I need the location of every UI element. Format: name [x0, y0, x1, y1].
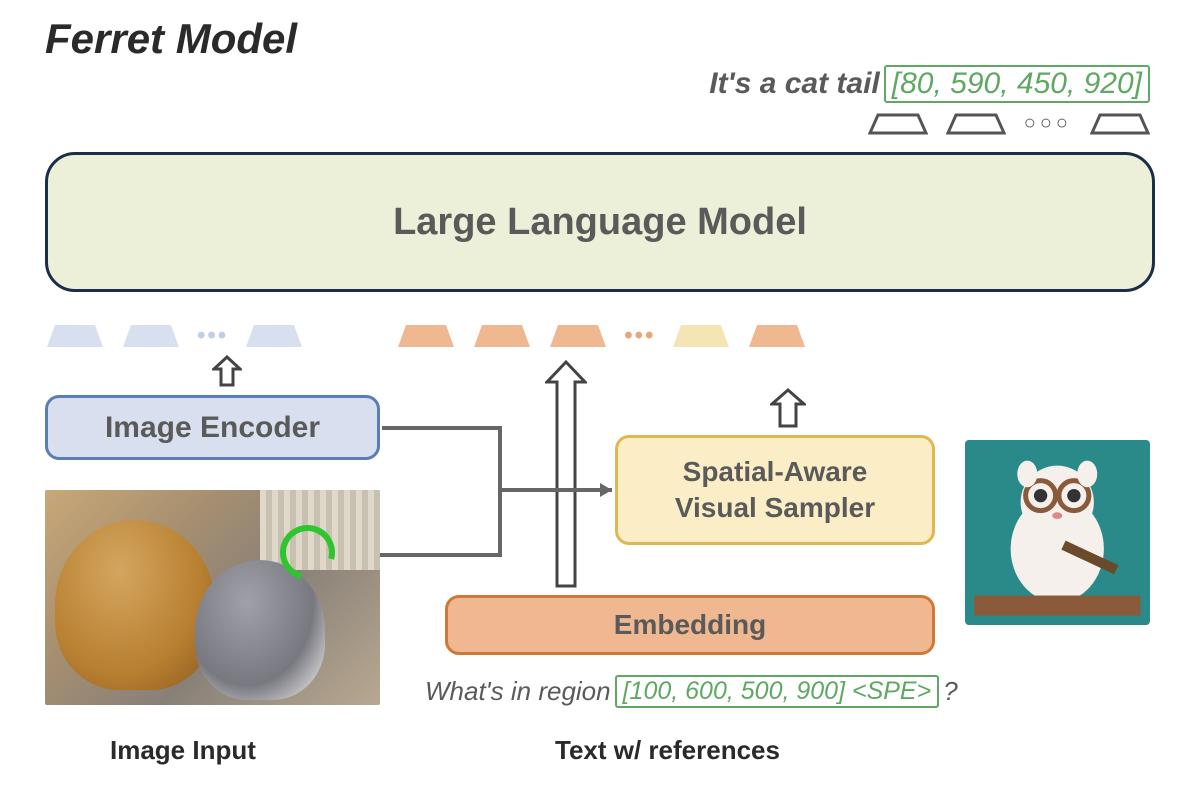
- output-token-icon: [946, 113, 1006, 135]
- diagram-title: Ferret Model: [45, 15, 297, 63]
- region-token-icon: [671, 323, 731, 349]
- up-arrow-icon: [545, 360, 587, 595]
- llm-box: Large Language Model: [45, 152, 1155, 292]
- image-token-icon: [45, 323, 105, 349]
- ferret-mascot-image: [965, 440, 1150, 625]
- cat-shape: [195, 560, 325, 700]
- output-token-row: ○○○: [868, 112, 1150, 135]
- embedding-label: Embedding: [614, 609, 766, 641]
- output-dots: ○○○: [1024, 112, 1072, 135]
- text-references-label: Text w/ references: [555, 735, 780, 766]
- up-arrow-icon: [770, 388, 806, 430]
- image-token-dots: •••: [197, 322, 228, 350]
- text-token-icon: [747, 323, 807, 349]
- input-coords-box: [100, 600, 500, 900] <SPE>: [615, 675, 940, 708]
- image-encoder-box: Image Encoder: [45, 395, 380, 460]
- text-token-icon: [472, 323, 532, 349]
- image-input-label: Image Input: [110, 735, 256, 766]
- image-encoder-label: Image Encoder: [105, 411, 320, 445]
- output-text-row: It's a cat tail [80, 590, 450, 920]: [709, 65, 1150, 103]
- input-image: [45, 490, 380, 705]
- text-token-dots: •••: [624, 322, 655, 350]
- dog-shape: [55, 520, 215, 690]
- output-token-icon: [868, 113, 928, 135]
- llm-label: Large Language Model: [393, 201, 807, 244]
- input-suffix: ?: [943, 676, 957, 707]
- text-token-icon: [548, 323, 608, 349]
- output-token-icon: [1090, 113, 1150, 135]
- text-token-icon: [396, 323, 456, 349]
- image-token-icon: [244, 323, 304, 349]
- input-text-row: What's in region [100, 600, 500, 900] <S…: [425, 675, 958, 708]
- spatial-sampler-box: Spatial-Aware Visual Sampler: [615, 435, 935, 545]
- output-prefix: It's a cat tail: [709, 67, 880, 101]
- input-token-row: ••• •••: [45, 322, 995, 350]
- image-token-icon: [121, 323, 181, 349]
- sampler-label-line1: Spatial-Aware: [683, 454, 868, 490]
- input-prefix: What's in region: [425, 676, 611, 707]
- output-coords-box: [80, 590, 450, 920]: [884, 65, 1150, 103]
- sampler-label-line2: Visual Sampler: [675, 490, 875, 526]
- up-arrow-icon: [212, 355, 242, 389]
- embedding-box: Embedding: [445, 595, 935, 655]
